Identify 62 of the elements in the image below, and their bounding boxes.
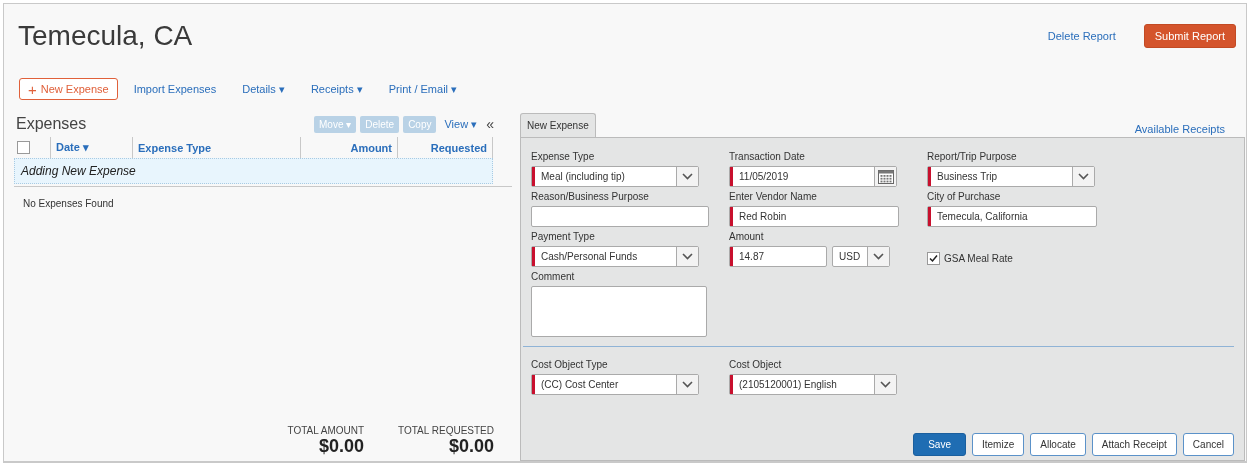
column-header[interactable]: Requested — [430, 141, 487, 154]
toolbar-menu[interactable]: Receipts ▾ — [310, 82, 363, 96]
total-value: $0.00 — [448, 436, 494, 457]
chevron-down-icon — [1078, 173, 1089, 180]
field-label: Reason/Business Purpose — [531, 191, 650, 203]
amount-field[interactable]: 14.87 — [729, 246, 827, 267]
text-field[interactable]: Red Robin — [729, 206, 899, 227]
column-header[interactable]: Expense Type — [138, 141, 212, 154]
dropdown-field[interactable]: (2105120001) English — [729, 374, 897, 395]
dropdown-field[interactable]: Cash/Personal Funds — [531, 246, 699, 267]
chevron-down-icon — [873, 253, 884, 260]
checkbox-label: GSA Meal Rate — [944, 253, 1013, 264]
field-label: Payment Type — [531, 231, 596, 243]
new-expense-button[interactable]: + New Expense — [19, 78, 118, 100]
field-label: City of Purchase — [927, 191, 1002, 203]
chevron-down-icon — [682, 381, 693, 388]
toolbar-menu[interactable]: Details ▾ — [242, 82, 285, 96]
field-label: Amount — [729, 231, 765, 243]
toolbar-menu[interactable]: Import Expenses — [133, 83, 217, 95]
comment-field[interactable] — [531, 286, 707, 337]
dropdown-field[interactable]: (CC) Cost Center — [531, 374, 699, 395]
total-label: TOTAL REQUESTED — [398, 425, 494, 436]
expenses-title: Expenses — [15, 115, 88, 133]
delete-report-link[interactable]: Delete Report — [1047, 30, 1116, 42]
text-field[interactable]: Temecula, California — [927, 206, 1097, 227]
column-header[interactable]: Amount — [350, 141, 392, 154]
form-tab[interactable]: New Expense — [520, 113, 596, 137]
toolbar-menu[interactable]: Print / Email ▾ — [388, 82, 458, 96]
select-all-checkbox[interactable] — [17, 141, 30, 154]
collapse-button[interactable]: « — [486, 116, 494, 132]
field-label: Expense Type — [531, 151, 596, 163]
date-field[interactable]: 11/05/2019 — [729, 166, 897, 187]
form-button[interactable]: Itemize — [972, 433, 1025, 456]
form-button[interactable]: Allocate — [1030, 433, 1086, 456]
report-title: Temecula, CA — [18, 20, 194, 52]
field-label: Comment — [531, 271, 576, 283]
checkbox[interactable] — [927, 252, 940, 265]
chevron-down-icon — [682, 173, 693, 180]
save-button[interactable]: Save — [913, 433, 966, 456]
dropdown-field[interactable]: Business Trip — [927, 166, 1095, 187]
field-label: Report/Trip Purpose — [927, 151, 1018, 163]
adding-expense-row[interactable]: Adding New Expense — [14, 158, 493, 184]
text-field[interactable] — [531, 206, 709, 227]
available-receipts-link[interactable]: Available Receipts — [1134, 123, 1225, 135]
total-label: TOTAL AMOUNT — [287, 425, 365, 436]
plus-icon: + — [28, 83, 37, 95]
form-button[interactable]: Cancel — [1182, 433, 1234, 456]
field-label: Cost Object — [729, 359, 783, 371]
column-header[interactable]: Date ▾ — [56, 141, 89, 154]
total-value: $0.00 — [319, 436, 365, 457]
chevron-down-icon — [682, 253, 693, 260]
field-label: Cost Object Type — [531, 359, 609, 371]
view-menu[interactable]: View ▾ — [444, 117, 478, 131]
calendar-icon — [877, 169, 894, 184]
submit-report-button[interactable]: Submit Report — [1143, 24, 1236, 48]
form-button[interactable]: Attach Receipt — [1091, 433, 1177, 456]
field-label: Enter Vendor Name — [729, 191, 818, 203]
dropdown-field[interactable]: Meal (including tip) — [531, 166, 699, 187]
empty-message: No Expenses Found — [22, 197, 115, 209]
chevron-down-icon — [880, 381, 891, 388]
currency-dropdown[interactable]: USD — [832, 246, 890, 267]
field-label: Transaction Date — [729, 151, 806, 163]
